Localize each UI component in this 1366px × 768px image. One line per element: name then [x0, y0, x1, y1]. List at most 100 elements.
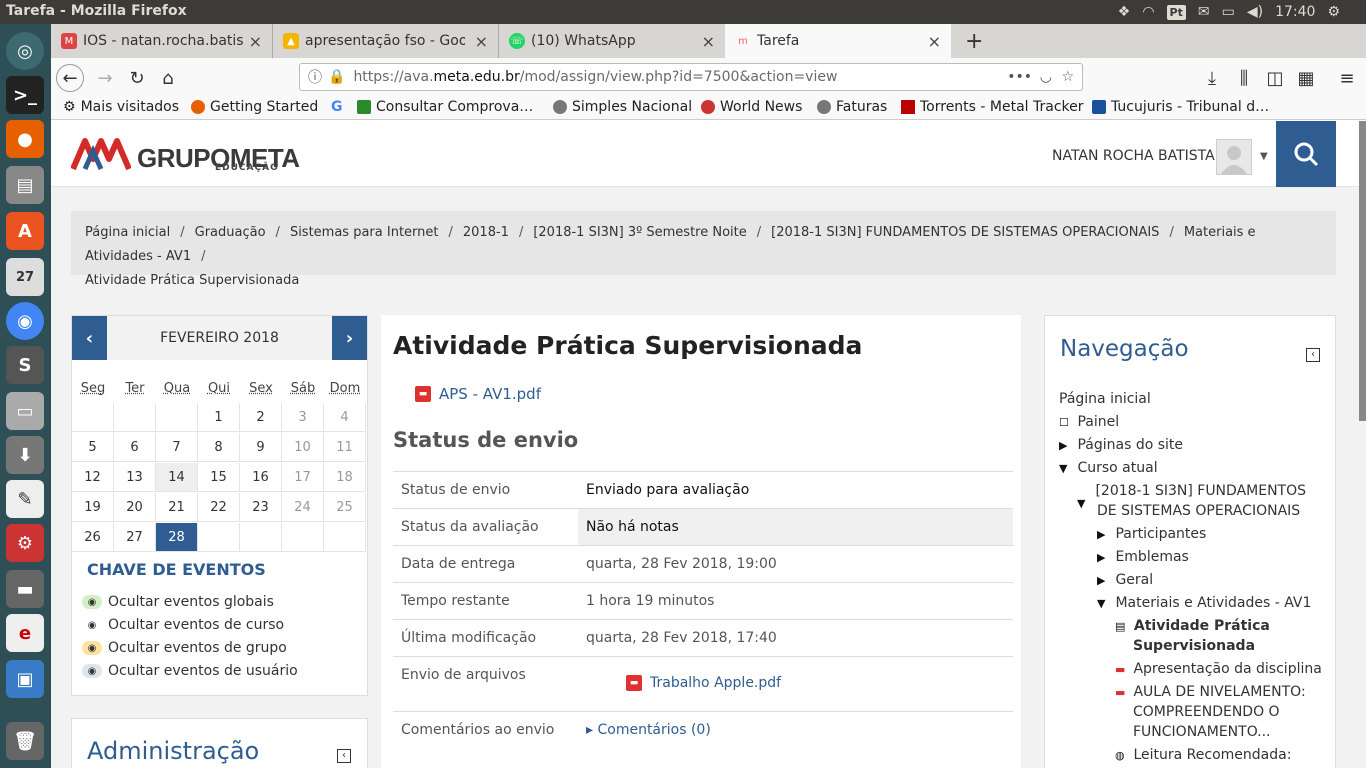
clock[interactable]: 17:40 [1275, 4, 1315, 20]
installer-icon[interactable]: ⬇ [6, 436, 44, 474]
event-toggle-global[interactable]: ◉ Ocultar eventos globais [82, 594, 274, 610]
nav-materiais[interactable]: ▼ Materiais e Atividades - AV1 [1097, 595, 1311, 611]
prev-month-button[interactable]: ‹ [72, 316, 107, 360]
pocket-icon[interactable]: ◡ [1040, 69, 1052, 85]
status-value[interactable]: ▸ Comentários (0) [586, 722, 711, 738]
bookmark-google[interactable]: G [331, 99, 353, 115]
text-editor-icon[interactable]: ✎ [6, 480, 44, 518]
calendar-day[interactable]: 10 [282, 433, 324, 462]
nav-atividade-line2[interactable]: Supervisionada [1133, 638, 1255, 654]
calendar-day[interactable]: 5 [72, 433, 114, 462]
close-tab-icon[interactable]: × [249, 32, 262, 51]
site-logo[interactable]: GRUPOMETA EDUCAÇÃO [71, 135, 300, 173]
bookmark-torrents[interactable]: Torrents - Metal Tracker [901, 99, 1084, 115]
attachment-link[interactable]: ▬ APS - AV1.pdf [415, 385, 541, 403]
keyboard-layout[interactable]: Pt [1166, 4, 1186, 20]
breadcrumb-item[interactable]: Graduação [195, 225, 266, 240]
calendar-day[interactable]: 1 [198, 403, 240, 432]
nav-aula-nivelamento[interactable]: ▬ AULA DE NIVELAMENTO: [1115, 684, 1306, 700]
files-icon[interactable]: ▤ [6, 166, 44, 204]
bookmark-simples-nacional[interactable]: Simples Nacional [553, 99, 692, 115]
close-tab-icon[interactable]: × [702, 32, 715, 51]
breadcrumb-item[interactable]: 2018-1 [463, 225, 509, 240]
close-tab-icon[interactable]: × [475, 32, 488, 51]
bookmark-mais-visitados[interactable]: ⚙ Mais visitados [63, 99, 179, 115]
calendar-day[interactable]: 16 [240, 463, 282, 492]
next-month-button[interactable]: › [332, 316, 367, 360]
calendar-day[interactable]: 15 [198, 463, 240, 492]
bookmark-consultar[interactable]: Consultar Comprova… [357, 99, 533, 115]
calendar-day[interactable]: 22 [198, 493, 240, 522]
calendar-day[interactable]: 19 [72, 493, 114, 522]
menu-icon[interactable]: ≡ [1333, 64, 1361, 92]
avatar[interactable] [1216, 139, 1252, 175]
battery-icon[interactable]: ▭ [1222, 4, 1235, 20]
bookmark-world-news[interactable]: World News [701, 99, 802, 115]
nav-painel[interactable]: ☐ Painel [1059, 414, 1119, 430]
calendar-day[interactable]: 4 [324, 403, 366, 432]
calendar-day[interactable]: 20 [114, 493, 156, 522]
calendar-day[interactable]: 8 [198, 433, 240, 462]
home-icon[interactable]: ⌂ [154, 64, 182, 92]
tab-apresentacao[interactable]: ▲ apresentação fso - Google × [273, 24, 499, 58]
sublime-icon[interactable]: S [6, 346, 44, 384]
bookmark-tucujuris[interactable]: Tucujuris - Tribunal d… [1092, 99, 1269, 115]
nav-apresentacao[interactable]: ▬ Apresentação da disciplina [1115, 661, 1322, 677]
terminal-icon[interactable]: >_ [6, 76, 44, 114]
app-icon[interactable]: e [6, 614, 44, 652]
calendar-day[interactable]: 3 [282, 403, 324, 432]
user-name[interactable]: NATAN ROCHA BATISTA [1052, 148, 1215, 164]
calendar-day[interactable]: 11 [324, 433, 366, 462]
info-icon[interactable]: ⓘ [308, 67, 322, 87]
tab-tarefa[interactable]: m Tarefa × [725, 24, 951, 58]
nav-atividade-current[interactable]: ▤ Atividade Prática [1115, 618, 1270, 634]
page-scrollbar[interactable] [1359, 121, 1366, 421]
trash-icon[interactable]: 🗑 [6, 722, 44, 760]
event-toggle-user[interactable]: ◉ Ocultar eventos de usuário [82, 663, 298, 679]
calendar-day[interactable]: 7 [156, 433, 198, 462]
calendar-app-icon[interactable]: 27 [6, 258, 44, 296]
bookmark-faturas[interactable]: Faturas [817, 99, 887, 115]
nav-paginas-do-site[interactable]: ▶ Páginas do site [1059, 437, 1183, 453]
calendar-day[interactable]: 25 [324, 493, 366, 522]
calendar-day[interactable]: 26 [72, 523, 114, 552]
tab-ios[interactable]: M IOS - natan.rocha.batista × [51, 24, 273, 58]
calendar-day[interactable]: 13 [114, 463, 156, 492]
breadcrumb-item[interactable]: Sistemas para Internet [290, 225, 439, 240]
dropbox-icon[interactable]: ❖ [1118, 4, 1131, 20]
event-toggle-course[interactable]: ◉ Ocultar eventos de curso [82, 617, 284, 633]
nav-home[interactable]: Página inicial [1059, 391, 1151, 407]
nav-aula-line2[interactable]: COMPREENDENDO O [1133, 704, 1280, 720]
nav-participantes[interactable]: ▶ Participantes [1097, 526, 1206, 542]
calendar-day[interactable]: 17 [282, 463, 324, 492]
library-icon[interactable]: ⫼ [1230, 64, 1258, 92]
wifi-icon[interactable]: ◠ [1142, 4, 1154, 20]
sidebar-icon[interactable]: ◫ [1261, 64, 1289, 92]
new-tab-button[interactable]: + [955, 24, 985, 58]
calendar-day[interactable]: 24 [282, 493, 324, 522]
status-value[interactable]: ▬ Trabalho Apple.pdf [626, 675, 781, 691]
close-tab-icon[interactable]: × [928, 32, 941, 51]
reload-icon[interactable]: ↻ [123, 64, 151, 92]
nav-leitura[interactable]: ◍ Leitura Recomendada: [1115, 747, 1291, 763]
breadcrumb-item[interactable]: Página inicial [85, 225, 170, 240]
firefox-icon[interactable]: ● [6, 120, 44, 158]
drive-icon[interactable]: ▭ [6, 392, 44, 430]
nav-curso-atual[interactable]: ▼ Curso atual [1059, 460, 1158, 476]
bookmark-getting-started[interactable]: Getting Started [191, 99, 318, 115]
settings-gear-icon[interactable]: ⚙ [1327, 4, 1340, 20]
volume-icon[interactable]: ◀) [1247, 4, 1263, 20]
chrome-icon[interactable]: ◉ [6, 302, 44, 340]
calendar-day[interactable]: 12 [72, 463, 114, 492]
back-icon[interactable]: ← [56, 64, 84, 92]
software-center-icon[interactable]: A [6, 212, 44, 250]
calendar-day[interactable]: 27 [114, 523, 156, 552]
collapse-block-icon[interactable]: ‹ [1306, 348, 1320, 362]
extensions-icon[interactable]: ▦ [1292, 64, 1320, 92]
forward-icon[interactable]: → [91, 64, 119, 92]
user-menu-caret-icon[interactable]: ▼ [1260, 151, 1268, 162]
nav-emblemas[interactable]: ▶ Emblemas [1097, 549, 1189, 565]
calendar-day[interactable]: 6 [114, 433, 156, 462]
ubuntu-dash-icon[interactable]: ◎ [6, 32, 44, 70]
nav-course-line2[interactable]: DE SISTEMAS OPERACIONAIS [1097, 503, 1300, 519]
